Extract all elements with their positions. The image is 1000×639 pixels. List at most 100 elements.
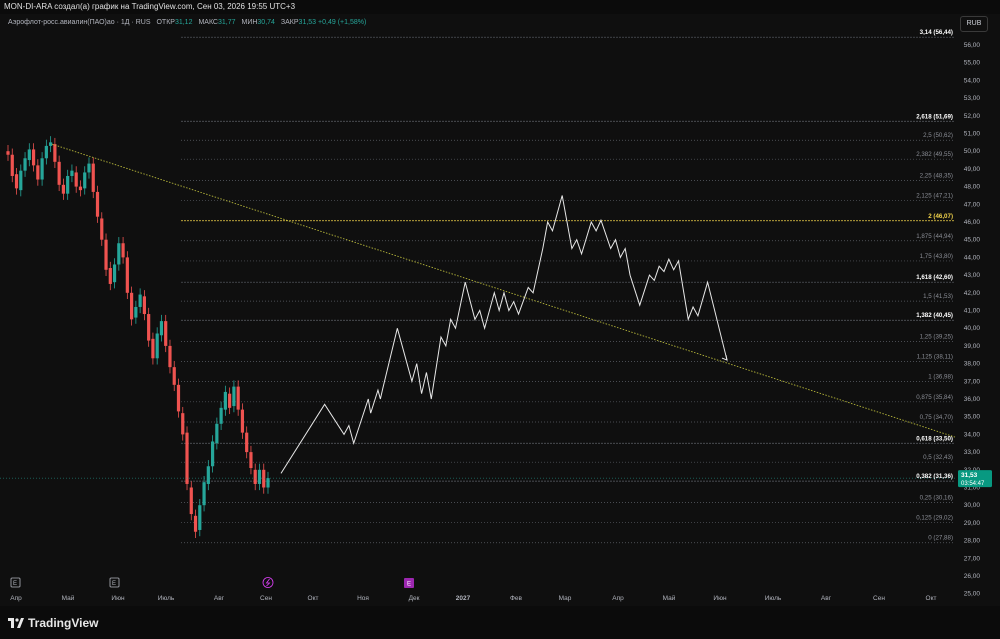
projection-line bbox=[280, 195, 728, 474]
chart-root: MON-DI-ARA создал(а) график на TradingVi… bbox=[0, 0, 1000, 639]
brand-name: TradingView bbox=[28, 616, 99, 630]
time-tick-label: Апр bbox=[10, 595, 22, 602]
price-tick-label: 53,00 bbox=[964, 95, 981, 102]
price-tick-label: 47,00 bbox=[964, 201, 981, 208]
price-tick-label: 55,00 bbox=[964, 60, 981, 67]
time-tick-label: Апр bbox=[612, 595, 624, 602]
time-tick-label: Дек bbox=[409, 595, 420, 602]
candle-body bbox=[147, 314, 151, 341]
candle-body bbox=[134, 306, 138, 318]
candle-body bbox=[100, 218, 104, 240]
fib-level-label: 1,618 (42,60) bbox=[916, 274, 953, 281]
candle-body bbox=[57, 161, 61, 185]
time-tick-label: Июн bbox=[713, 595, 727, 602]
price-chart[interactable]: 3,14 (56,44) 2,618 (51,69) 2,5 (50,62) 2,38… bbox=[0, 0, 1000, 606]
time-tick-label: Авг bbox=[214, 595, 225, 602]
price-tick-label: 52,00 bbox=[964, 113, 981, 120]
price-tag-countdown: 03:54:47 bbox=[961, 481, 985, 487]
time-tick-label: Май bbox=[663, 594, 676, 602]
price-tick-label: 45,00 bbox=[964, 237, 981, 244]
price-tick-label: 35,00 bbox=[964, 414, 981, 421]
candle-body bbox=[66, 175, 70, 194]
trend-line[interactable] bbox=[51, 143, 956, 438]
candle-body bbox=[176, 384, 181, 412]
candle-body bbox=[189, 487, 193, 515]
candle-body bbox=[151, 338, 155, 359]
candle-body bbox=[185, 432, 189, 484]
candle-body bbox=[159, 321, 164, 336]
price-tick-label: 50,00 bbox=[964, 148, 981, 155]
candle-body bbox=[108, 268, 112, 284]
time-tick-label: Сен bbox=[873, 595, 885, 602]
candle-body bbox=[249, 452, 253, 469]
price-tick-label: 34,00 bbox=[964, 431, 981, 438]
time-tick-label: Июль bbox=[765, 595, 782, 602]
fib-level-label: 0,75 (34,70) bbox=[920, 414, 953, 421]
earnings-future-icon-letter: E bbox=[407, 582, 411, 588]
candle-body bbox=[245, 432, 249, 453]
candle-body bbox=[125, 257, 129, 293]
candle-body bbox=[155, 333, 159, 359]
time-tick-label: Окт bbox=[308, 595, 319, 602]
time-tick-label: Фев bbox=[510, 595, 523, 602]
price-tick-label: 56,00 bbox=[964, 42, 981, 49]
candle-body bbox=[206, 466, 210, 484]
fib-level-label: 1,125 (38,11) bbox=[917, 354, 953, 361]
price-tick-label: 26,00 bbox=[964, 573, 981, 580]
candle-body bbox=[262, 469, 266, 488]
candle-body bbox=[95, 191, 100, 217]
time-tick-label: Июль bbox=[158, 595, 175, 602]
fib-level-label: 0,25 (30,16) bbox=[920, 494, 953, 501]
price-tick-label: 43,00 bbox=[964, 272, 981, 279]
fib-level-label: 0,5 (32,43) bbox=[923, 454, 953, 461]
time-tick-label: Июн bbox=[111, 595, 125, 602]
fib-level-label: 1,75 (43,80) bbox=[920, 253, 953, 260]
candle-body bbox=[210, 441, 215, 467]
projection-path bbox=[280, 195, 728, 474]
candle-body bbox=[61, 184, 66, 194]
candle-body bbox=[202, 482, 206, 506]
fib-level-label: 1 (36,98) bbox=[928, 374, 953, 381]
price-tick-label: 49,00 bbox=[964, 166, 981, 173]
price-tick-label: 37,00 bbox=[964, 378, 981, 385]
price-tick-label: 46,00 bbox=[964, 219, 981, 226]
candle-body bbox=[240, 409, 245, 433]
price-tick-label: 30,00 bbox=[964, 502, 981, 509]
time-tick-label: Ноя bbox=[357, 595, 369, 602]
fib-level-label: 2,382 (49,55) bbox=[916, 151, 953, 158]
fib-level-label: 0,382 (31,36) bbox=[916, 473, 953, 480]
price-tick-label: 44,00 bbox=[964, 254, 981, 261]
fib-level-label: 2,125 (47,21) bbox=[916, 193, 953, 200]
candle-body bbox=[83, 172, 87, 189]
time-axis: Апр Май Июн Июль Авг Сен Окт Ноя Дек 2027 Фев Мар Ап… bbox=[10, 594, 936, 602]
fib-level-label: 2,5 (50,62) bbox=[923, 132, 953, 139]
candle-body bbox=[87, 163, 91, 173]
time-tick-label: Окт bbox=[926, 595, 937, 602]
price-tick-label: 39,00 bbox=[964, 343, 981, 350]
split-icon bbox=[262, 577, 274, 588]
price-tick-label: 25,00 bbox=[964, 591, 981, 598]
time-tick-label: Сен bbox=[260, 595, 272, 602]
price-axis: 56,00 55,00 54,00 53,00 52,00 51,00 50,00 49,00… bbox=[964, 42, 981, 598]
fib-level-label: 2 (46,07) bbox=[928, 213, 953, 220]
fib-level-label: 2,25 (48,35) bbox=[920, 172, 953, 179]
candle-body bbox=[232, 386, 236, 407]
last-price-tag: 31,53 03:54:47 bbox=[958, 470, 992, 488]
tradingview-logo[interactable]: TradingView bbox=[8, 616, 98, 630]
time-tick-label: Мар bbox=[559, 595, 572, 602]
arrow-head-icon bbox=[721, 354, 728, 361]
candle-body bbox=[31, 149, 36, 166]
fib-level-label: 0,618 (33,50) bbox=[916, 435, 953, 442]
candle-body bbox=[49, 142, 53, 146]
price-tick-label: 36,00 bbox=[964, 396, 981, 403]
candle-body bbox=[215, 423, 219, 444]
candle-body bbox=[23, 158, 27, 171]
candle-body bbox=[44, 145, 48, 159]
candle-body bbox=[228, 393, 232, 408]
earnings-icon-letter: E bbox=[13, 581, 17, 587]
candle-body bbox=[172, 367, 176, 385]
split-icon-bolt bbox=[265, 578, 271, 587]
candle-body bbox=[181, 413, 185, 435]
price-tick-label: 54,00 bbox=[964, 77, 981, 84]
candle-body bbox=[236, 386, 240, 410]
